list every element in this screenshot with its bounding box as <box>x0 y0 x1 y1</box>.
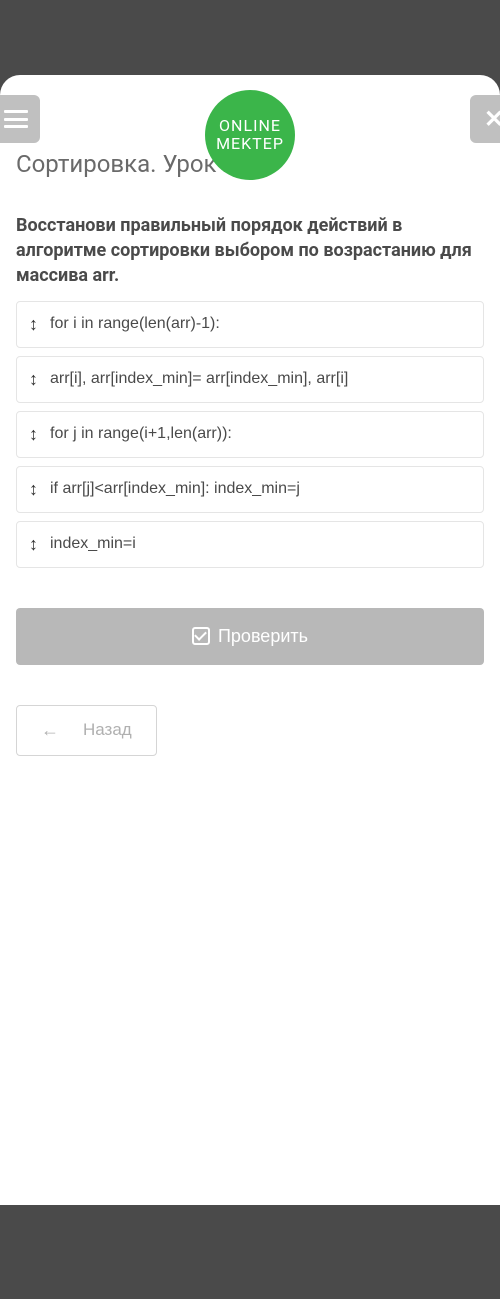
close-button[interactable]: ✕ <box>470 95 500 143</box>
drag-handle-icon: ↕ <box>29 479 38 500</box>
drag-handle-icon: ↕ <box>29 534 38 555</box>
drag-handle-icon: ↕ <box>29 369 38 390</box>
sortable-item[interactable]: ↕ index_min=i <box>16 521 484 568</box>
drag-handle-icon: ↕ <box>29 314 38 335</box>
item-text: arr[i], arr[index_min]= arr[index_min], … <box>50 370 471 388</box>
menu-button[interactable] <box>0 95 40 143</box>
logo: ONLINE MEKTEP <box>205 90 295 180</box>
close-icon: ✕ <box>484 105 500 133</box>
drag-handle-icon: ↕ <box>29 424 38 445</box>
sortable-item[interactable]: ↕ if arr[j]<arr[index_min]: index_min=j <box>16 466 484 513</box>
sortable-item[interactable]: ↕ for i in range(len(arr)-1): <box>16 301 484 348</box>
sortable-item[interactable]: ↕ arr[i], arr[index_min]= arr[index_min]… <box>16 356 484 403</box>
checkmark-icon <box>192 627 210 645</box>
main-card: ✕ Сортировка. Урок 2 Восстанови правильн… <box>0 75 500 1205</box>
sortable-item[interactable]: ↕ for j in range(i+1,len(arr)): <box>16 411 484 458</box>
item-text: index_min=i <box>50 535 471 553</box>
back-button[interactable]: ← Назад <box>16 705 157 756</box>
logo-line2: MEKTEP <box>216 135 284 153</box>
question-text: Восстанови правильный порядок действий в… <box>0 213 500 289</box>
check-button-label: Проверить <box>218 626 308 647</box>
logo-line1: ONLINE <box>219 117 281 135</box>
sortable-list: ↕ for i in range(len(arr)-1): ↕ arr[i], … <box>0 301 500 568</box>
item-text: if arr[j]<arr[index_min]: index_min=j <box>50 480 471 498</box>
item-text: for j in range(i+1,len(arr)): <box>50 425 471 443</box>
check-button[interactable]: Проверить <box>16 608 484 665</box>
arrow-left-icon: ← <box>41 720 59 741</box>
item-text: for i in range(len(arr)-1): <box>50 315 471 333</box>
hamburger-icon <box>4 110 28 128</box>
back-button-label: Назад <box>83 720 132 740</box>
